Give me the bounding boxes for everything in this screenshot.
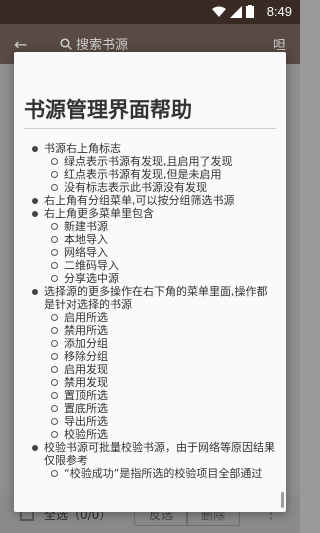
help-subitem: 红点表示书源有发现,但是未启用 — [30, 168, 278, 181]
help-subitem: 启用所选 — [30, 311, 278, 324]
help-item: 右上角更多菜单里包含 — [30, 207, 278, 220]
help-subitem: 校验所选 — [30, 428, 278, 441]
help-subitem: 二维码导入 — [30, 259, 278, 272]
help-subitem: 添加分组 — [30, 337, 278, 350]
help-item: 右上角有分组菜单,可以按分组筛选书源 — [30, 194, 278, 207]
help-subitem: 移除分组 — [30, 350, 278, 363]
status-time: 8:49 — [266, 4, 292, 19]
help-item: 选择源的更多操作在右下角的菜单里面,操作都是针对选择的书源 — [30, 285, 278, 311]
help-item: 书源右上角标志 — [30, 142, 278, 155]
status-icons — [212, 5, 254, 18]
help-subitem: “校验成功”是指所选的校验项目全部通过 — [30, 467, 278, 480]
help-subitem: 分享选中源 — [30, 272, 278, 285]
help-subitem: 新建书源 — [30, 220, 278, 233]
search-placeholder: 搜索书源 — [76, 38, 129, 53]
battery-icon — [246, 5, 254, 18]
help-title: 书源管理界面帮助 — [24, 96, 276, 129]
help-content[interactable]: 书源右上角标志 绿点表示书源有发现,且启用了发现 红点表示书源有发现,但是未启用 没有… — [30, 142, 278, 480]
help-subitem: 禁用所选 — [30, 324, 278, 337]
help-subitem: 启用发现 — [30, 363, 278, 376]
status-bar: 8:49 — [0, 0, 300, 24]
help-item: 校验书源可批量校验书源，由于网络等原因结果仅限参考 — [30, 441, 278, 467]
signal-icon — [230, 5, 242, 18]
search-bar[interactable]: 搜索书源 — [60, 34, 128, 53]
help-subitem: 导出所选 — [30, 415, 278, 428]
search-icon — [60, 37, 72, 50]
help-subitem: 绿点表示书源有发现,且启用了发现 — [30, 155, 278, 168]
help-subitem: 置底所选 — [30, 402, 278, 415]
wifi-icon — [212, 6, 226, 17]
help-subitem: 没有标志表示此书源没有发现 — [30, 181, 278, 194]
help-dialog: 书源管理界面帮助 书源右上角标志 绿点表示书源有发现,且启用了发现 红点表示书源有发… — [14, 52, 286, 512]
help-subitem: 禁用发现 — [30, 376, 278, 389]
filter-group-icon[interactable]: 呾 — [273, 34, 286, 53]
help-subitem: 网络导入 — [30, 246, 278, 259]
dialog-scrollbar[interactable] — [281, 492, 284, 508]
help-subitem: 置顶所选 — [30, 389, 278, 402]
help-subitem: 本地导入 — [30, 233, 278, 246]
